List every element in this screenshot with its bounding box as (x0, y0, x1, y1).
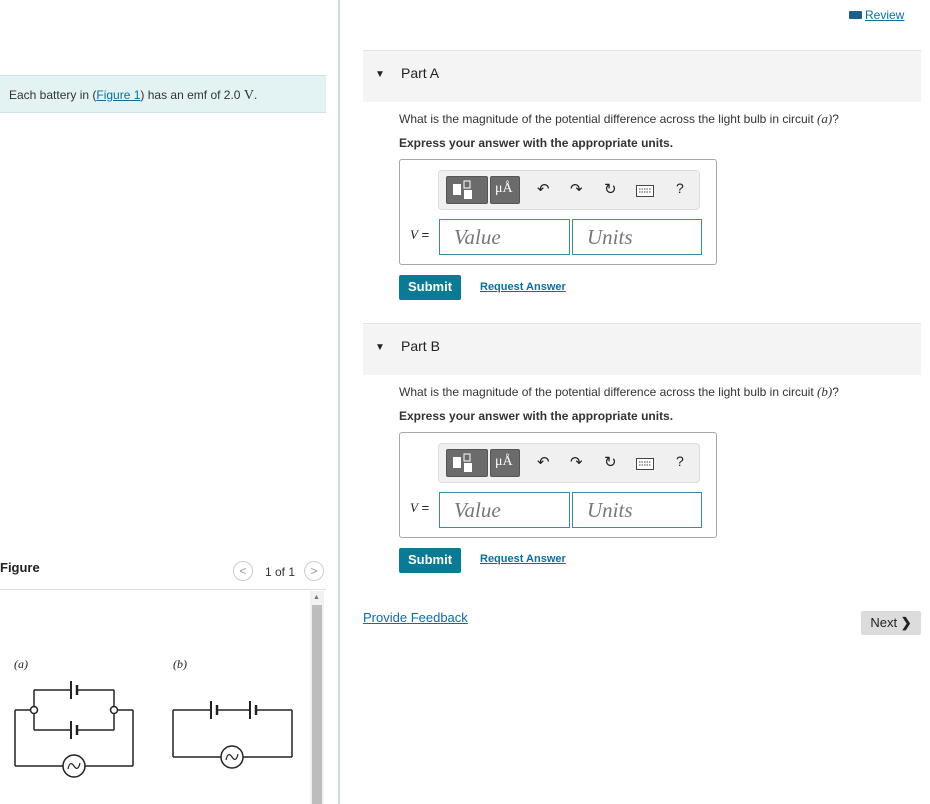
part-b-question-end: ? (832, 385, 839, 399)
part-a-question: What is the magnitude of the potential d… (399, 111, 839, 127)
figure-counter: 1 of 1 (265, 565, 296, 579)
figure-link[interactable]: Figure 1 (96, 88, 140, 102)
circuit-a-label: (a) (14, 657, 28, 671)
units-button[interactable]: μÅ (490, 449, 520, 477)
part-b-units-input[interactable]: Units (572, 492, 702, 528)
part-b-label: Part B (401, 338, 440, 354)
part-a-answer-box: μÅ ↶ ↷ ↻ ? V = Value Units (399, 159, 717, 265)
collapse-triangle-icon[interactable]: ▼ (375, 342, 385, 353)
redo-icon[interactable]: ↷ (570, 180, 583, 198)
review-label: Review (865, 8, 905, 22)
part-a-instruction: Express your answer with the appropriate… (399, 136, 674, 150)
stem-suffix: ) has an emf of 2.0 (140, 88, 241, 102)
part-a-var-symbol: V (410, 227, 418, 242)
keyboard-icon[interactable] (636, 184, 654, 201)
part-b-submit-button[interactable]: Submit (399, 548, 461, 573)
stem-prefix: Each battery in ( (9, 88, 97, 102)
next-button[interactable]: Next ❯ (861, 611, 921, 635)
part-a-variable: V = (410, 227, 429, 243)
part-b-question-text: What is the magnitude of the potential d… (399, 385, 818, 399)
part-b-value-input[interactable]: Value (439, 492, 570, 528)
circuit-b-label: (b) (173, 657, 187, 671)
template-button[interactable] (446, 449, 488, 477)
chevron-right-icon: ❯ (900, 615, 912, 630)
circuit-a (14, 681, 134, 778)
part-b-question-var: (b) (817, 384, 833, 399)
part-a-question-end: ? (832, 112, 839, 126)
part-a-units-input[interactable]: Units (572, 219, 702, 255)
part-b-instruction: Express your answer with the appropriate… (399, 409, 674, 423)
undo-icon[interactable]: ↶ (537, 180, 550, 198)
review-link[interactable]: Review (849, 8, 904, 22)
stem-tail: . (253, 88, 258, 102)
part-b-question: What is the magnitude of the potential d… (399, 384, 839, 400)
reset-icon[interactable]: ↻ (604, 180, 617, 198)
part-b-equals: = (421, 500, 430, 515)
figure-divider (0, 589, 326, 590)
part-a-label: Part A (401, 65, 440, 81)
part-a-request-answer-link[interactable]: Request Answer (480, 281, 566, 293)
part-a-submit-button[interactable]: Submit (399, 275, 461, 300)
part-a-equals: = (421, 227, 430, 242)
book-icon (849, 11, 862, 19)
part-a-question-text: What is the magnitude of the potential d… (399, 112, 818, 126)
part-b-request-answer-link[interactable]: Request Answer (480, 553, 566, 565)
part-b-var-symbol: V (410, 500, 418, 515)
help-icon[interactable]: ? (676, 453, 684, 469)
figure-prev-button[interactable]: < (233, 561, 253, 581)
redo-icon[interactable]: ↷ (570, 453, 583, 471)
circuit-b (172, 701, 293, 769)
figure-scrollbar-thumb[interactable] (312, 605, 322, 804)
part-b-answer-box: μÅ ↶ ↷ ↻ ? V = Value Units (399, 432, 717, 538)
template-icon (453, 453, 472, 472)
circuit-figure: (a) (b) (14, 657, 293, 778)
units-icon: μÅ (495, 181, 513, 196)
collapse-triangle-icon[interactable]: ▼ (375, 69, 385, 80)
problem-stem: Each battery in (Figure 1) has an emf of… (0, 75, 326, 113)
scroll-up-arrow-icon[interactable]: ▲ (313, 594, 320, 601)
help-icon[interactable]: ? (676, 180, 684, 196)
keyboard-icon[interactable] (636, 457, 654, 474)
part-a-value-input[interactable]: Value (439, 219, 570, 255)
part-b-header[interactable]: ▼ Part B (363, 323, 921, 375)
next-label: Next (870, 615, 898, 630)
part-a-header[interactable]: ▼ Part A (363, 50, 921, 102)
part-b-variable: V = (410, 500, 429, 516)
units-button[interactable]: μÅ (490, 176, 520, 204)
chevron-left-icon: < (239, 564, 247, 578)
stem-unit: V (243, 88, 254, 103)
left-panel: Each battery in (Figure 1) has an emf of… (0, 0, 339, 804)
figure-next-button[interactable]: > (304, 561, 324, 581)
panel-divider (338, 0, 340, 804)
chevron-right-icon: > (310, 564, 318, 578)
part-a-math-toolbar: μÅ ↶ ↷ ↻ ? (438, 170, 700, 210)
template-button[interactable] (446, 176, 488, 204)
undo-icon[interactable]: ↶ (537, 453, 550, 471)
template-icon (453, 180, 472, 199)
units-icon: μÅ (495, 454, 513, 469)
provide-feedback-link[interactable]: Provide Feedback (363, 610, 468, 625)
part-a-question-var: (a) (817, 111, 833, 126)
part-b-math-toolbar: μÅ ↶ ↷ ↻ ? (438, 443, 700, 483)
figure-title: Figure (0, 560, 40, 575)
reset-icon[interactable]: ↻ (604, 453, 617, 471)
